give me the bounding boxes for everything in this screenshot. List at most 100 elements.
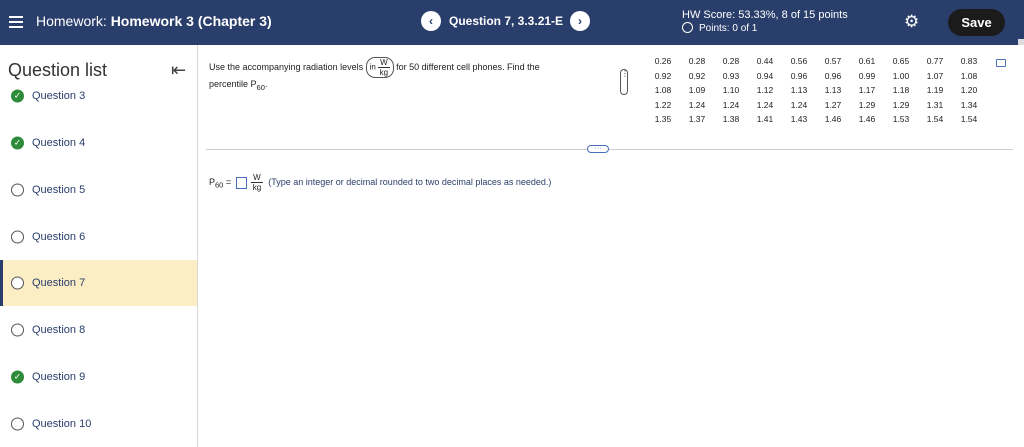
save-button[interactable]: Save: [948, 9, 1005, 36]
table-cell: 0.61: [858, 56, 876, 67]
copy-icon[interactable]: [996, 59, 1006, 67]
question-item-label: Question 10: [32, 418, 92, 430]
question-item-9[interactable]: ✓ Question 9: [0, 354, 197, 400]
table-row: 0.26 0.28 0.28 0.44 0.56 0.57 0.61 0.65 0.77 0.83: [646, 54, 986, 69]
title-name: Homework 3 (Chapter 3): [110, 13, 272, 29]
table-cell: 1.46: [858, 114, 876, 125]
question-item-3[interactable]: ✓ Question 3: [0, 74, 197, 118]
gear-icon[interactable]: ⚙: [904, 12, 919, 32]
prompt-percentile-sub: 60: [256, 82, 265, 92]
check-circle-icon: ✓: [11, 136, 24, 150]
prev-question-button[interactable]: ‹: [421, 11, 441, 31]
table-cell: 1.38: [722, 114, 740, 125]
prompt-line-2: percentile P60.: [209, 78, 540, 94]
question-item-label: Question 3: [32, 90, 86, 102]
table-cell: 1.20: [960, 85, 978, 96]
table-cell: 1.27: [824, 99, 842, 110]
next-question-button[interactable]: ›: [570, 11, 590, 31]
table-cell: 0.92: [654, 70, 672, 81]
question-panel: Use the accompanying radiation levels in…: [199, 45, 1024, 447]
table-cell: 1.08: [960, 70, 978, 81]
question-label[interactable]: Question 7, 3.3.21-E: [449, 14, 563, 28]
hw-score: HW Score: 53.33%, 8 of 15 points: [682, 9, 848, 21]
question-item-7[interactable]: Question 7: [0, 260, 197, 306]
table-cell: 1.31: [926, 99, 944, 110]
question-prompt: Use the accompanying radiation levels in…: [209, 57, 540, 94]
question-item-label: Question 5: [32, 184, 86, 196]
title-prefix: Homework:: [36, 13, 107, 29]
table-cell: 1.13: [824, 85, 842, 96]
table-cell: 1.10: [722, 85, 740, 96]
question-item-label: Question 9: [32, 371, 86, 383]
expand-vertical-handle[interactable]: ⋮: [620, 69, 629, 95]
table-cell: 1.17: [858, 85, 876, 96]
table-cell: 1.08: [654, 85, 672, 96]
radiation-data-table: 0.26 0.28 0.28 0.44 0.56 0.57 0.61 0.65 0.77 0.83…: [646, 54, 986, 127]
unit-in: in: [369, 62, 376, 72]
unit-fraction: W kg: [378, 58, 390, 77]
table-cell: 1.37: [688, 114, 706, 125]
table-cell: 1.53: [892, 114, 910, 125]
question-item-label: Question 6: [32, 231, 86, 243]
question-item-5[interactable]: Question 5: [0, 167, 197, 213]
table-cell: 1.35: [654, 114, 672, 125]
table-row: 1.22 1.24 1.24 1.24 1.24 1.27 1.29 1.29 1.31 1.34: [646, 98, 986, 113]
table-cell: 0.96: [824, 70, 842, 81]
empty-circle-icon: [11, 276, 24, 290]
table-row: 0.92 0.92 0.93 0.94 0.96 0.96 0.99 1.00 1.07 1.08: [646, 69, 986, 84]
answer-equals: =: [225, 176, 232, 187]
answer-row: P60 = W kg (Type an integer or decimal r…: [209, 173, 551, 192]
section-divider: [206, 149, 1013, 150]
answer-unit-denominator: kg: [252, 183, 262, 192]
table-cell: 0.56: [790, 56, 808, 67]
hamburger-icon[interactable]: [9, 13, 23, 31]
table-cell: 0.94: [756, 70, 774, 81]
table-cell: 0.93: [722, 70, 740, 81]
table-cell: 0.77: [926, 56, 944, 67]
answer-hint: (Type an integer or decimal rounded to t…: [268, 176, 552, 187]
table-cell: 1.22: [654, 99, 672, 110]
table-cell: 1.09: [688, 85, 706, 96]
table-cell: 0.99: [858, 70, 876, 81]
question-item-4[interactable]: ✓ Question 4: [0, 120, 197, 166]
points-status: Points: 0 of 1: [682, 22, 757, 34]
answer-input[interactable]: [235, 176, 247, 189]
table-cell: 0.44: [756, 56, 774, 67]
question-list-sidebar: Question list ⇤ ✓ Question 3 ✓ Question …: [0, 45, 198, 447]
points-circle-icon: [682, 22, 693, 33]
table-cell: 1.07: [926, 70, 944, 81]
question-item-10[interactable]: Question 10: [0, 401, 197, 447]
question-item-6[interactable]: Question 6: [0, 214, 197, 260]
table-cell: 1.46: [824, 114, 842, 125]
table-cell: 0.96: [790, 70, 808, 81]
answer-unit-numerator: W: [251, 173, 263, 183]
table-cell: 1.43: [790, 114, 808, 125]
answer-label-sub: 60: [215, 180, 224, 190]
prompt-period: .: [264, 79, 268, 90]
points-text: Points: 0 of 1: [699, 23, 758, 34]
table-cell: 1.12: [756, 85, 774, 96]
table-cell: 1.24: [790, 99, 808, 110]
table-cell: 0.83: [960, 56, 978, 67]
prompt-line-1: Use the accompanying radiation levels in…: [209, 57, 540, 79]
question-item-label: Question 8: [32, 324, 86, 336]
table-cell: 1.54: [960, 114, 978, 125]
table-cell: 0.92: [688, 70, 706, 81]
table-row: 1.35 1.37 1.38 1.41 1.43 1.46 1.46 1.53 1.54 1.54: [646, 112, 986, 127]
table-cell: 0.26: [654, 56, 672, 67]
table-cell: 0.65: [892, 56, 910, 67]
answer-unit-fraction: W kg: [251, 173, 263, 192]
table-cell: 1.34: [960, 99, 978, 110]
question-item-8[interactable]: Question 8: [0, 307, 197, 353]
prompt-text-after: for 50 different cell phones. Find the: [396, 62, 540, 72]
table-cell: 1.29: [858, 99, 876, 110]
empty-circle-icon: [11, 183, 24, 197]
question-item-label: Question 7: [32, 277, 86, 289]
empty-circle-icon: [11, 230, 24, 244]
question-item-label: Question 4: [32, 137, 86, 149]
prompt-percentile: percentile P: [209, 79, 257, 90]
table-cell: 0.28: [688, 56, 706, 67]
table-cell: 0.57: [824, 56, 842, 67]
expand-horizontal-handle[interactable]: ···: [587, 145, 609, 153]
unit-parenthesis: in W kg: [365, 57, 394, 79]
